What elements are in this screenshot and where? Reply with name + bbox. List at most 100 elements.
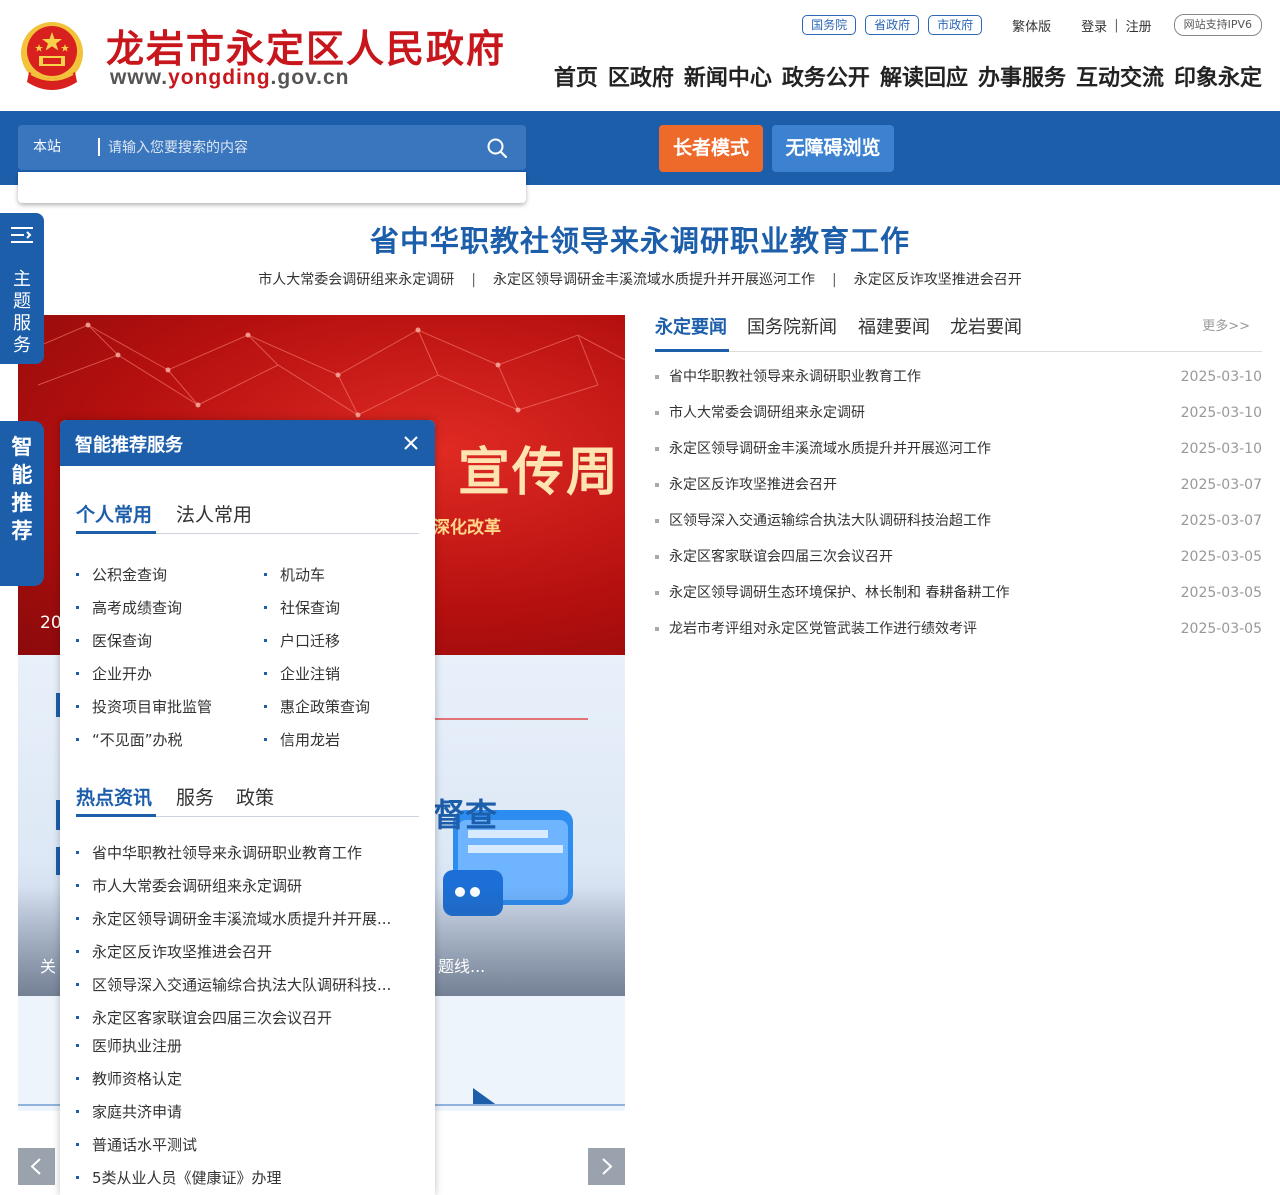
hot-item-label: 教师资格认定 <box>92 1070 183 1088</box>
bullet-icon <box>76 573 79 576</box>
headline-sub-3[interactable]: 永定区反诈攻坚推进会召开 <box>854 272 1022 288</box>
theme-service-tab[interactable]: 主 题 服 务 <box>0 213 44 364</box>
news-item-title[interactable]: 永定区客家联谊会四届三次会议召开 <box>669 545 893 569</box>
nav-gov-affairs[interactable]: 政务公开 <box>782 60 870 92</box>
news-item-date: 2025-03-10 <box>1180 405 1262 421</box>
news-item-date: 2025-03-10 <box>1180 441 1262 457</box>
bullet-icon <box>76 1077 79 1080</box>
slide1-title: 宣传周 <box>458 442 621 503</box>
smart-label-char: 智 <box>11 435 33 459</box>
accessible-browse-button[interactable]: 无障碍浏览 <box>772 125 894 172</box>
search-input[interactable] <box>106 125 476 170</box>
news-item[interactable]: 龙岩市考评组对永定区党管武装工作进行绩效考评 2025-03-05 <box>655 617 1262 653</box>
hot-item-label: 5类从业人员《健康证》办理 <box>92 1169 282 1187</box>
nav-news-center[interactable]: 新闻中心 <box>684 60 772 92</box>
carousel-next-button[interactable] <box>588 1148 625 1185</box>
site-title[interactable]: 龙岩市永定区人民政府 <box>106 18 506 73</box>
news-more-link[interactable]: 更多>> <box>1202 315 1250 334</box>
news-item-title[interactable]: 区领导深入交通运输综合执法大队调研科技治超工作 <box>669 509 991 533</box>
tab-policy[interactable]: 政策 <box>236 783 274 810</box>
hot-item-label: 市人大常委会调研组来永定调研 <box>92 877 303 895</box>
search-scope-select[interactable]: 本站 <box>33 125 61 170</box>
bullet-icon <box>76 738 79 741</box>
nav-services[interactable]: 办事服务 <box>978 60 1066 92</box>
tab-longyan-news[interactable]: 龙岩要闻 <box>950 313 1022 339</box>
news-tabs: 永定要闻 国务院新闻 福建要闻 龙岩要闻 更多>> <box>655 305 1262 352</box>
elder-mode-button[interactable]: 长者模式 <box>659 125 763 172</box>
bullet-icon <box>264 705 267 708</box>
tab-service[interactable]: 服务 <box>176 783 214 810</box>
nav-interpretation[interactable]: 解读回应 <box>880 60 968 92</box>
popup-header: 智能推荐服务 <box>60 420 435 466</box>
state-council-link[interactable]: 国务院 <box>802 15 857 35</box>
search-icon[interactable] <box>486 137 508 159</box>
news-item-date: 2025-03-05 <box>1180 621 1262 637</box>
menu-icon <box>11 227 33 243</box>
theme-label-char: 服 <box>13 313 31 334</box>
hot-item-label: 医师执业注册 <box>92 1037 183 1055</box>
bullet-icon <box>264 606 267 609</box>
search-divider <box>98 138 100 156</box>
news-item-date: 2025-03-07 <box>1180 513 1262 529</box>
province-gov-link[interactable]: 省政府 <box>865 15 920 35</box>
city-gov-link[interactable]: 市政府 <box>928 15 983 35</box>
bullet-icon <box>76 639 79 642</box>
traditional-chinese-link[interactable]: 繁体版 <box>1012 16 1051 35</box>
news-item[interactable]: 区领导深入交通运输综合执法大队调研科技治超工作 2025-03-07 <box>655 509 1262 545</box>
domain-suffix: .gov.cn <box>270 66 350 89</box>
news-item-title[interactable]: 省中华职教社领导来永调研职业教育工作 <box>669 365 921 389</box>
slide2-left-caption: 关 <box>40 957 57 976</box>
news-item[interactable]: 市人大常委会调研组来永定调研 2025-03-10 <box>655 401 1262 437</box>
news-item-title[interactable]: 市人大常委会调研组来永定调研 <box>669 401 865 425</box>
tab-state-council-news[interactable]: 国务院新闻 <box>747 313 837 339</box>
news-item-title[interactable]: 永定区领导调研生态环境保护、林长制和 春耕备耕工作 <box>669 581 1009 605</box>
news-item-title[interactable]: 永定区反诈攻坚推进会召开 <box>669 473 837 497</box>
tab-yongding-news[interactable]: 永定要闻 <box>655 313 727 339</box>
bullet-icon <box>76 884 79 887</box>
news-item-date: 2025-03-05 <box>1180 549 1262 565</box>
tab-legal-common[interactable]: 法人常用 <box>176 500 252 527</box>
service-item-label: 信用龙岩 <box>280 731 341 749</box>
smart-recommend-tab[interactable]: 智 能 推 荐 <box>0 421 44 586</box>
tab-fujian-news[interactable]: 福建要闻 <box>858 313 930 339</box>
smart-label-char: 荐 <box>11 519 33 543</box>
nav-district-gov[interactable]: 区政府 <box>608 60 674 92</box>
carousel-prev-button[interactable] <box>18 1148 55 1185</box>
news-item[interactable]: 永定区反诈攻坚推进会召开 2025-03-07 <box>655 473 1262 509</box>
news-item-title[interactable]: 龙岩市考评组对永定区党管武装工作进行绩效考评 <box>669 617 977 641</box>
news-item[interactable]: 永定区领导调研金丰溪流域水质提升并开展巡河工作 2025-03-10 <box>655 437 1262 473</box>
news-item-title[interactable]: 永定区领导调研金丰溪流域水质提升并开展巡河工作 <box>669 437 991 461</box>
login-separator: | <box>1114 17 1119 33</box>
slide1-subtitle: 深化改革 <box>433 518 501 538</box>
headline-separator: | <box>471 272 476 288</box>
service-item-label: 公积金查询 <box>92 566 168 584</box>
domain-highlight: yongding <box>168 66 271 89</box>
headline-sub-1[interactable]: 市人大常委会调研组来永定调研 <box>258 272 454 288</box>
news-item[interactable]: 永定区客家联谊会四届三次会议召开 2025-03-05 <box>655 545 1262 581</box>
main-nav: 首页 区政府 新闻中心 政务公开 解读回应 办事服务 互动交流 印象永定 <box>544 60 1262 92</box>
headline-title[interactable]: 省中华职教社领导来永调研职业教育工作 <box>0 218 1280 260</box>
active-tab-underline <box>76 531 156 534</box>
close-icon[interactable] <box>401 433 421 453</box>
headline-sub-2[interactable]: 永定区领导调研金丰溪流域水质提升并开展巡河工作 <box>493 272 815 288</box>
bullet-icon <box>655 447 659 451</box>
search-box: 本站 <box>18 125 526 170</box>
headline-separator: | <box>832 272 837 288</box>
news-item-date: 2025-03-05 <box>1180 585 1262 601</box>
news-item[interactable]: 省中华职教社领导来永调研职业教育工作 2025-03-10 <box>655 365 1262 401</box>
bullet-icon <box>76 983 79 986</box>
bullet-icon <box>264 573 267 576</box>
nav-home[interactable]: 首页 <box>554 60 598 92</box>
nav-interaction[interactable]: 互动交流 <box>1076 60 1164 92</box>
login-link[interactable]: 登录 <box>1081 16 1107 35</box>
tab-personal-common[interactable]: 个人常用 <box>76 500 152 527</box>
news-panel: 永定要闻 国务院新闻 福建要闻 龙岩要闻 更多>> 省中华职教社领导来永调研职业… <box>655 305 1262 637</box>
nav-impression[interactable]: 印象永定 <box>1174 60 1262 92</box>
news-item[interactable]: 永定区领导调研生态环境保护、林长制和 春耕备耕工作 2025-03-05 <box>655 581 1262 617</box>
bullet-icon <box>76 705 79 708</box>
active-tab-underline <box>76 814 156 817</box>
national-emblem-icon[interactable] <box>17 20 87 94</box>
tab-hot-news[interactable]: 热点资讯 <box>76 783 152 810</box>
hot-item-label: 永定区领导调研金丰溪流域水质提升并开展... <box>92 910 392 928</box>
register-link[interactable]: 注册 <box>1126 16 1152 35</box>
